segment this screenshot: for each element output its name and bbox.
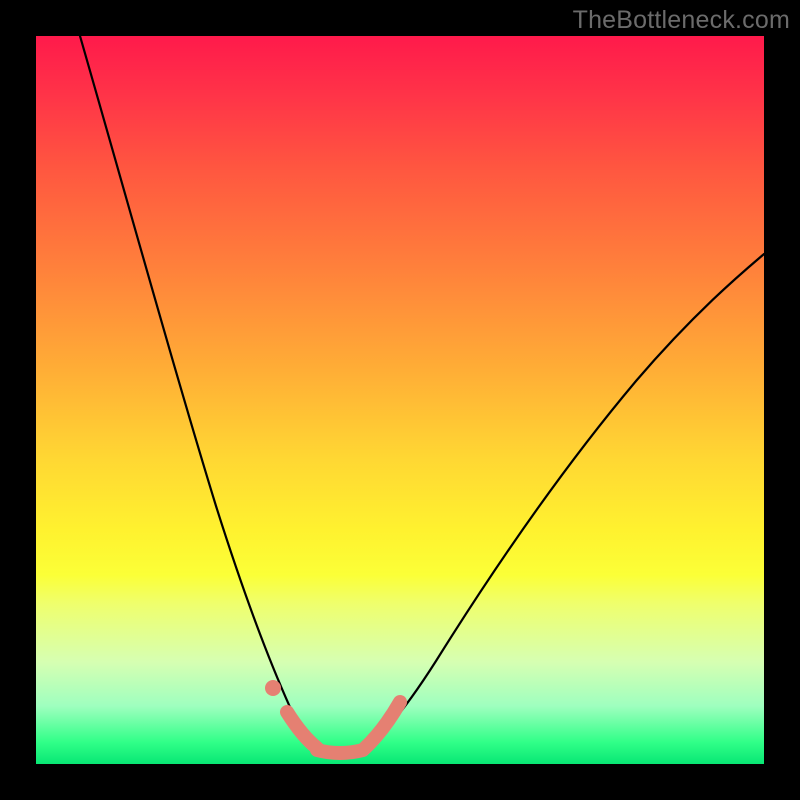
- marker-floor-segment: [317, 750, 363, 753]
- curve-left-branch: [80, 36, 324, 752]
- marker-left-segment: [287, 712, 317, 748]
- marker-right-segment: [365, 702, 400, 748]
- curve-layer: [36, 36, 764, 764]
- watermark-text: TheBottleneck.com: [573, 6, 790, 35]
- chart-frame: TheBottleneck.com: [0, 0, 800, 800]
- plot-area: [36, 36, 764, 764]
- curve-right-branch: [356, 254, 764, 752]
- marker-left-dot: [265, 680, 281, 696]
